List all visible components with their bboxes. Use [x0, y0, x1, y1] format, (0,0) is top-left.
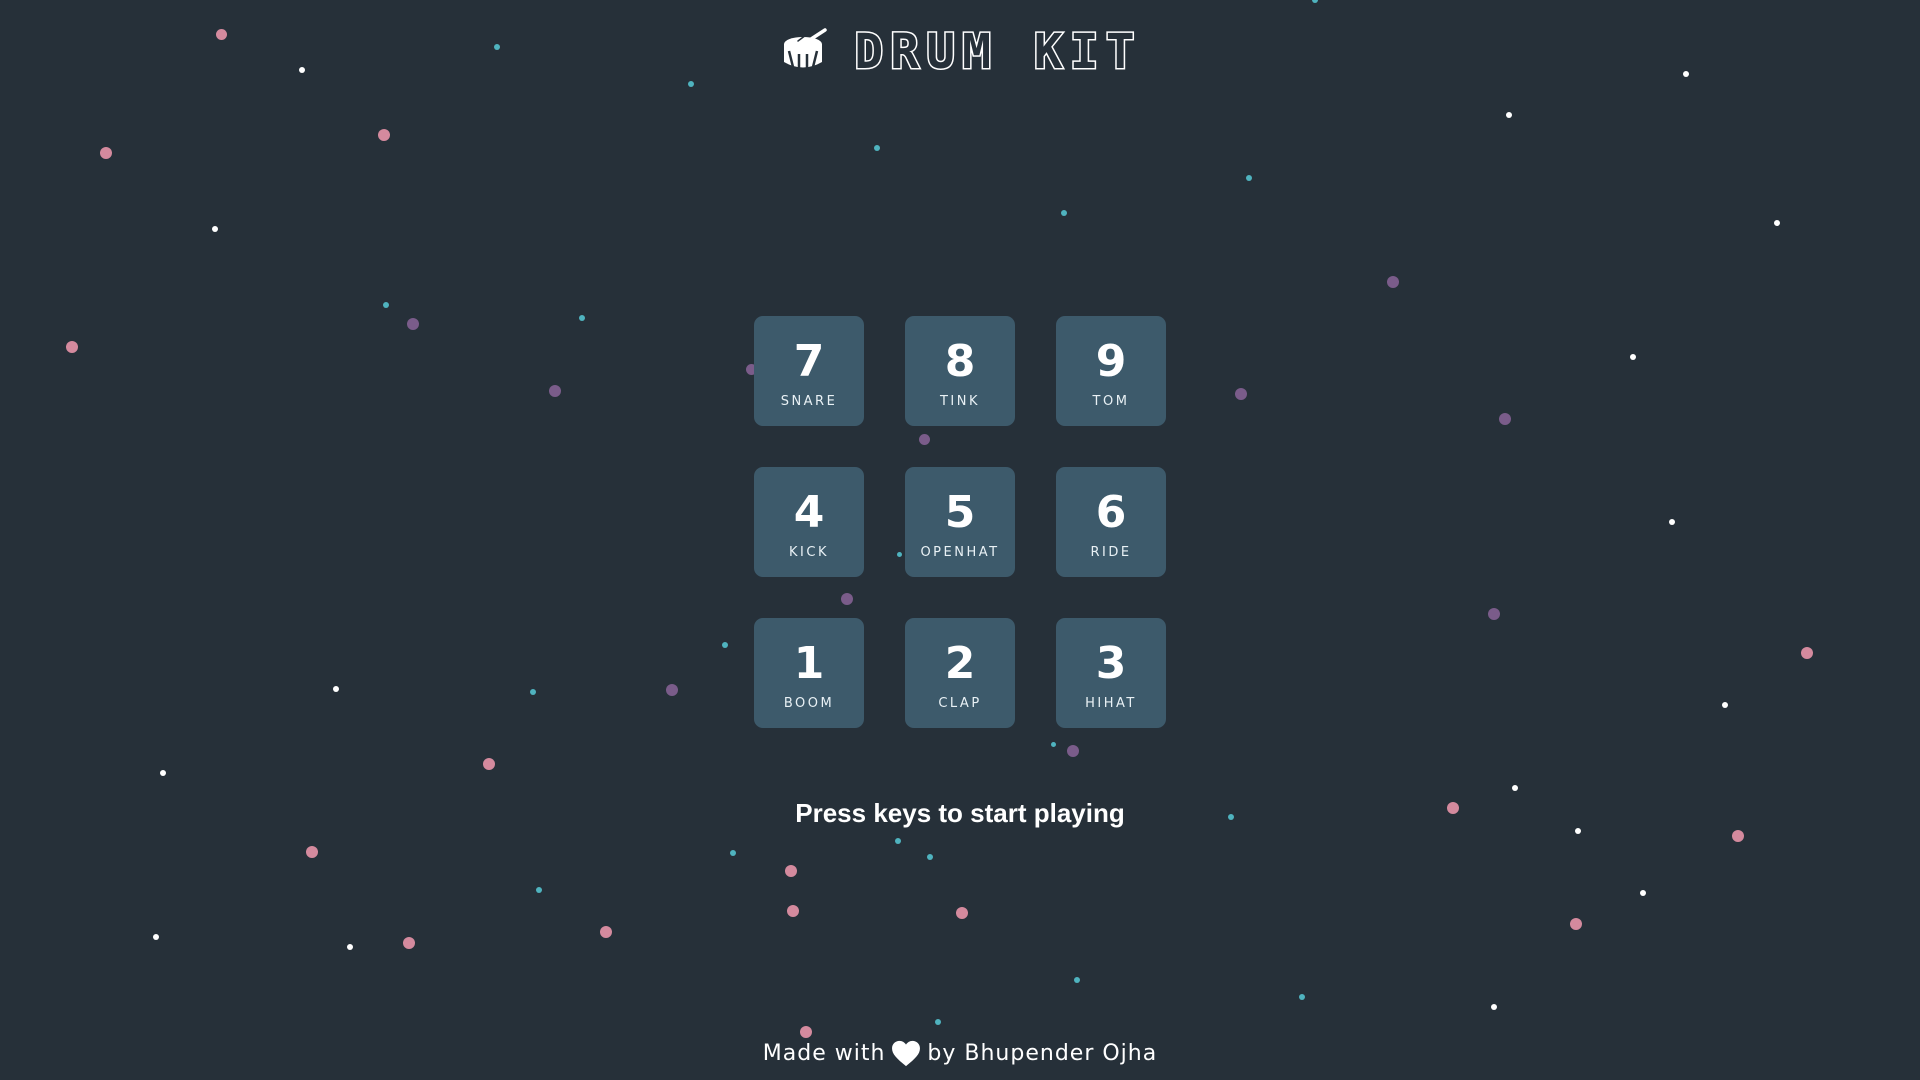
footer-author: by Bhupender Ojha	[927, 1041, 1158, 1066]
particle-dot	[333, 686, 339, 692]
particle-dot	[1512, 785, 1518, 791]
particle-dot	[100, 147, 112, 159]
particle-dot	[800, 1026, 812, 1038]
start-hint: Press keys to start playing	[795, 798, 1125, 828]
particle-dot	[666, 684, 678, 696]
pad-sound: TOM	[1092, 393, 1130, 409]
pad-sound: BOOM	[783, 695, 835, 711]
particle-dot	[1669, 519, 1675, 525]
particle-dot	[1491, 1004, 1497, 1010]
particle-dot	[383, 302, 389, 308]
particle-dot	[722, 642, 728, 648]
particle-dot	[66, 341, 78, 353]
pad-key: 6	[1095, 486, 1127, 538]
particle-dot	[935, 1019, 941, 1025]
pad-key: 1	[793, 637, 825, 689]
heart-icon	[892, 1040, 921, 1067]
particle-dot	[403, 937, 415, 949]
particle-dot	[579, 315, 585, 321]
drum-pad-grid: 7 SNARE 8 TINK 9 TOM 4 KICK 5 OPENHAT 6 …	[754, 316, 1166, 728]
pad-6-ride[interactable]: 6 RIDE	[1056, 467, 1166, 577]
pad-sound: CLAP	[938, 695, 982, 711]
particle-dot	[1235, 388, 1247, 400]
particle-dot	[1074, 977, 1080, 983]
particle-dot	[895, 838, 901, 844]
particle-dot	[1061, 210, 1067, 216]
particle-dot	[1640, 890, 1646, 896]
particle-dot	[530, 689, 536, 695]
particle-dot	[1630, 354, 1636, 360]
footer: Made with by Bhupender Ojha	[0, 1040, 1920, 1067]
pad-key: 7	[793, 335, 825, 387]
pad-9-tom[interactable]: 9 TOM	[1056, 316, 1166, 426]
pad-sound: HIHAT	[1085, 695, 1137, 711]
pad-key: 5	[944, 486, 976, 538]
particle-dot	[1570, 918, 1582, 930]
particle-dot	[536, 887, 542, 893]
particle-dot	[378, 129, 390, 141]
pad-8-tink[interactable]: 8 TINK	[905, 316, 1015, 426]
pad-sound: RIDE	[1090, 544, 1132, 560]
pad-key: 4	[793, 486, 825, 538]
pad-sound: OPENHAT	[920, 544, 1000, 560]
particle-dot	[688, 81, 694, 87]
particle-dot	[153, 934, 159, 940]
particle-dot	[1722, 702, 1728, 708]
particle-dot	[956, 907, 968, 919]
particle-dot	[1299, 994, 1305, 1000]
pad-sound: SNARE	[780, 393, 838, 409]
drum-icon	[784, 28, 828, 70]
particle-dot	[1050, 741, 1056, 747]
pad-key: 8	[944, 335, 976, 387]
particle-dot	[1499, 413, 1511, 425]
particle-dot	[927, 854, 933, 860]
pad-7-snare[interactable]: 7 SNARE	[754, 316, 864, 426]
particle-dot	[160, 770, 166, 776]
pad-key: 2	[944, 637, 976, 689]
particle-dot	[1488, 608, 1500, 620]
particle-dot	[1801, 647, 1813, 659]
particle-dot	[730, 850, 736, 856]
app-title: DRUM KIT	[853, 23, 1142, 82]
particle-dot	[483, 758, 495, 770]
pad-key: 3	[1095, 637, 1127, 689]
pad-4-kick[interactable]: 4 KICK	[754, 467, 864, 577]
footer-made-with: Made with	[762, 1041, 886, 1066]
particle-dot	[1732, 830, 1744, 842]
pad-2-clap[interactable]: 2 CLAP	[905, 618, 1015, 728]
particle-dot	[306, 846, 318, 858]
drum-kit-page: DRUM KIT 7 SNARE 8 TINK 9 TOM 4 KICK 5 O…	[0, 0, 1920, 1080]
particle-dot	[347, 944, 353, 950]
particle-dot	[600, 926, 612, 938]
particle-dot	[1774, 220, 1780, 226]
particle-dot	[549, 385, 561, 397]
particle-dot	[787, 905, 799, 917]
pad-sound: KICK	[789, 544, 829, 560]
particle-dot	[874, 145, 880, 151]
particle-dot	[1246, 175, 1252, 181]
pad-3-hihat[interactable]: 3 HIHAT	[1056, 618, 1166, 728]
pad-1-boom[interactable]: 1 BOOM	[754, 618, 864, 728]
particle-dot	[212, 226, 218, 232]
pad-key: 9	[1095, 335, 1127, 387]
particle-dot	[1506, 112, 1512, 118]
header: DRUM KIT	[0, 23, 1920, 82]
pad-5-openhat[interactable]: 5 OPENHAT	[905, 467, 1015, 577]
particle-dot	[1067, 745, 1079, 757]
particle-dot	[1387, 276, 1399, 288]
particle-dot	[407, 318, 419, 330]
particle-dot	[785, 865, 797, 877]
particle-dot	[1312, 0, 1318, 3]
pad-sound: TINK	[939, 393, 981, 409]
